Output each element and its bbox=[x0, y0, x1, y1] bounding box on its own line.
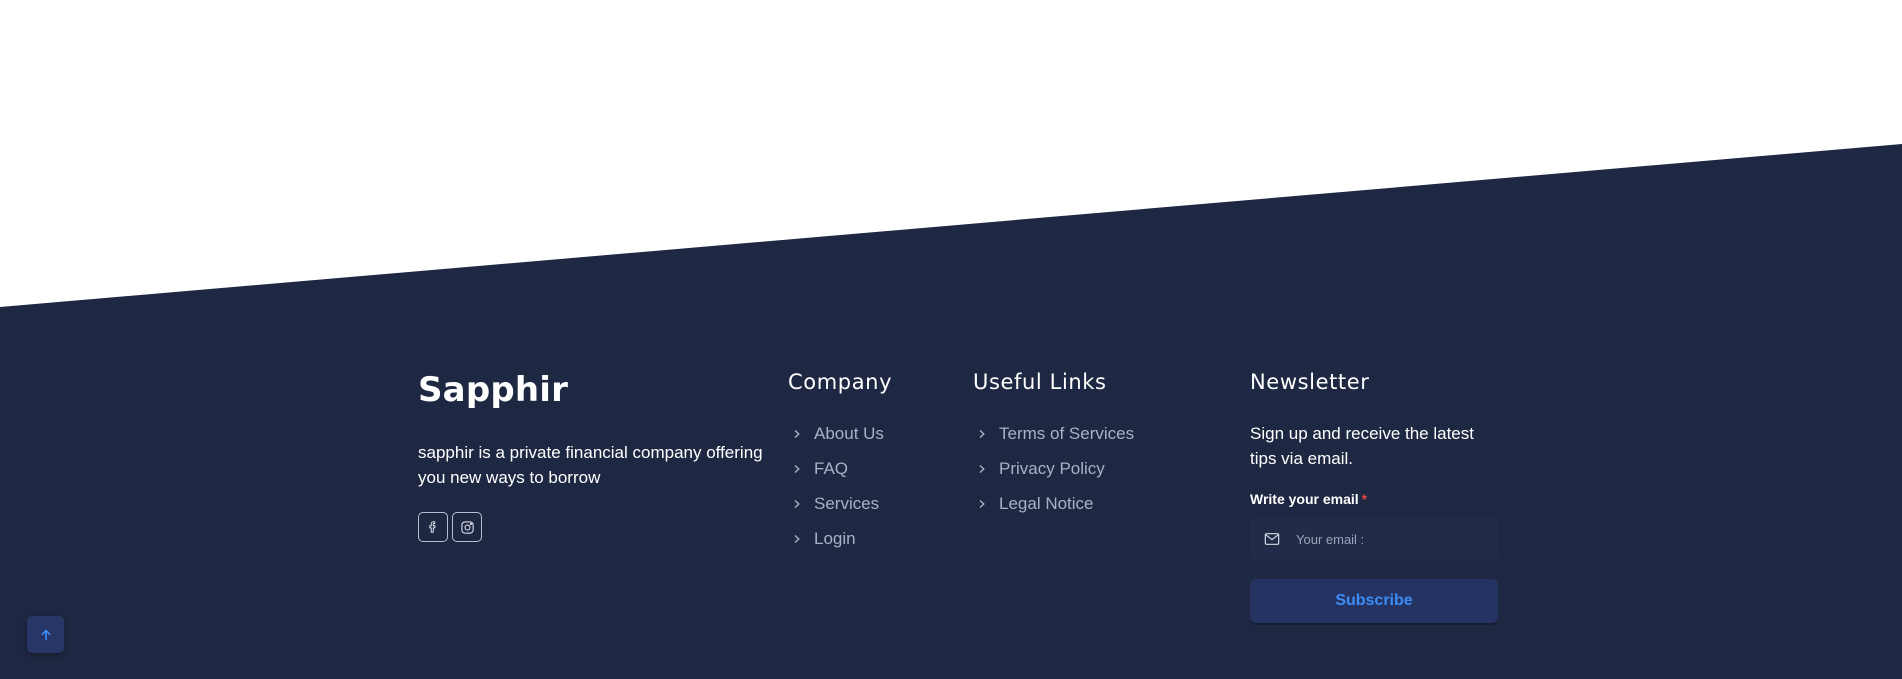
company-heading: Company bbox=[788, 370, 893, 394]
company-link-about-us[interactable]: About Us bbox=[790, 416, 884, 451]
email-field[interactable] bbox=[1250, 518, 1498, 560]
social-links bbox=[418, 512, 482, 542]
company-link-login[interactable]: Login bbox=[790, 521, 884, 556]
newsletter-heading: Newsletter bbox=[1250, 370, 1370, 394]
subscribe-button[interactable]: Subscribe bbox=[1250, 579, 1498, 623]
footer: Sapphir sapphir is a private financial c… bbox=[0, 0, 1902, 679]
chevron-right-icon bbox=[790, 429, 804, 439]
mail-icon bbox=[1264, 533, 1280, 545]
chevron-right-icon bbox=[975, 499, 989, 509]
email-input[interactable] bbox=[1294, 530, 1478, 548]
company-link-label: FAQ bbox=[814, 458, 849, 478]
chevron-right-icon bbox=[790, 499, 804, 509]
chevron-right-icon bbox=[975, 464, 989, 474]
facebook-icon bbox=[429, 521, 436, 533]
company-link-label: Login bbox=[814, 528, 856, 548]
scroll-to-top-button[interactable] bbox=[27, 616, 64, 653]
page: Sapphir sapphir is a private financial c… bbox=[0, 0, 1902, 679]
useful-link-terms[interactable]: Terms of Services bbox=[975, 416, 1134, 451]
email-label: Write your email * bbox=[1250, 491, 1367, 507]
company-links: About Us FAQ Services Login bbox=[790, 416, 884, 556]
instagram-link[interactable] bbox=[452, 512, 482, 542]
useful-links-heading: Useful Links bbox=[973, 370, 1107, 394]
instagram-icon bbox=[460, 520, 474, 534]
useful-links: Terms of Services Privacy Policy Legal N… bbox=[975, 416, 1134, 521]
chevron-right-icon bbox=[790, 464, 804, 474]
facebook-link[interactable] bbox=[418, 512, 448, 542]
chevron-right-icon bbox=[975, 429, 989, 439]
useful-link-label: Privacy Policy bbox=[999, 458, 1105, 478]
footer-brand-description: sapphir is a private financial company o… bbox=[418, 443, 763, 487]
email-label-text: Write your email bbox=[1250, 491, 1359, 507]
footer-brand-name: Sapphir bbox=[418, 370, 569, 410]
company-link-label: About Us bbox=[814, 423, 884, 443]
newsletter-description: Sign up and receive the latest tips via … bbox=[1250, 424, 1474, 468]
company-link-label: Services bbox=[814, 493, 880, 513]
company-link-faq[interactable]: FAQ bbox=[790, 451, 884, 486]
useful-link-label: Terms of Services bbox=[999, 423, 1135, 443]
useful-link-legal[interactable]: Legal Notice bbox=[975, 486, 1134, 521]
chevron-right-icon bbox=[790, 534, 804, 544]
useful-link-label: Legal Notice bbox=[999, 493, 1094, 513]
arrow-up-icon bbox=[41, 629, 50, 640]
useful-link-privacy[interactable]: Privacy Policy bbox=[975, 451, 1134, 486]
company-link-services[interactable]: Services bbox=[790, 486, 884, 521]
required-marker: * bbox=[1361, 491, 1368, 507]
